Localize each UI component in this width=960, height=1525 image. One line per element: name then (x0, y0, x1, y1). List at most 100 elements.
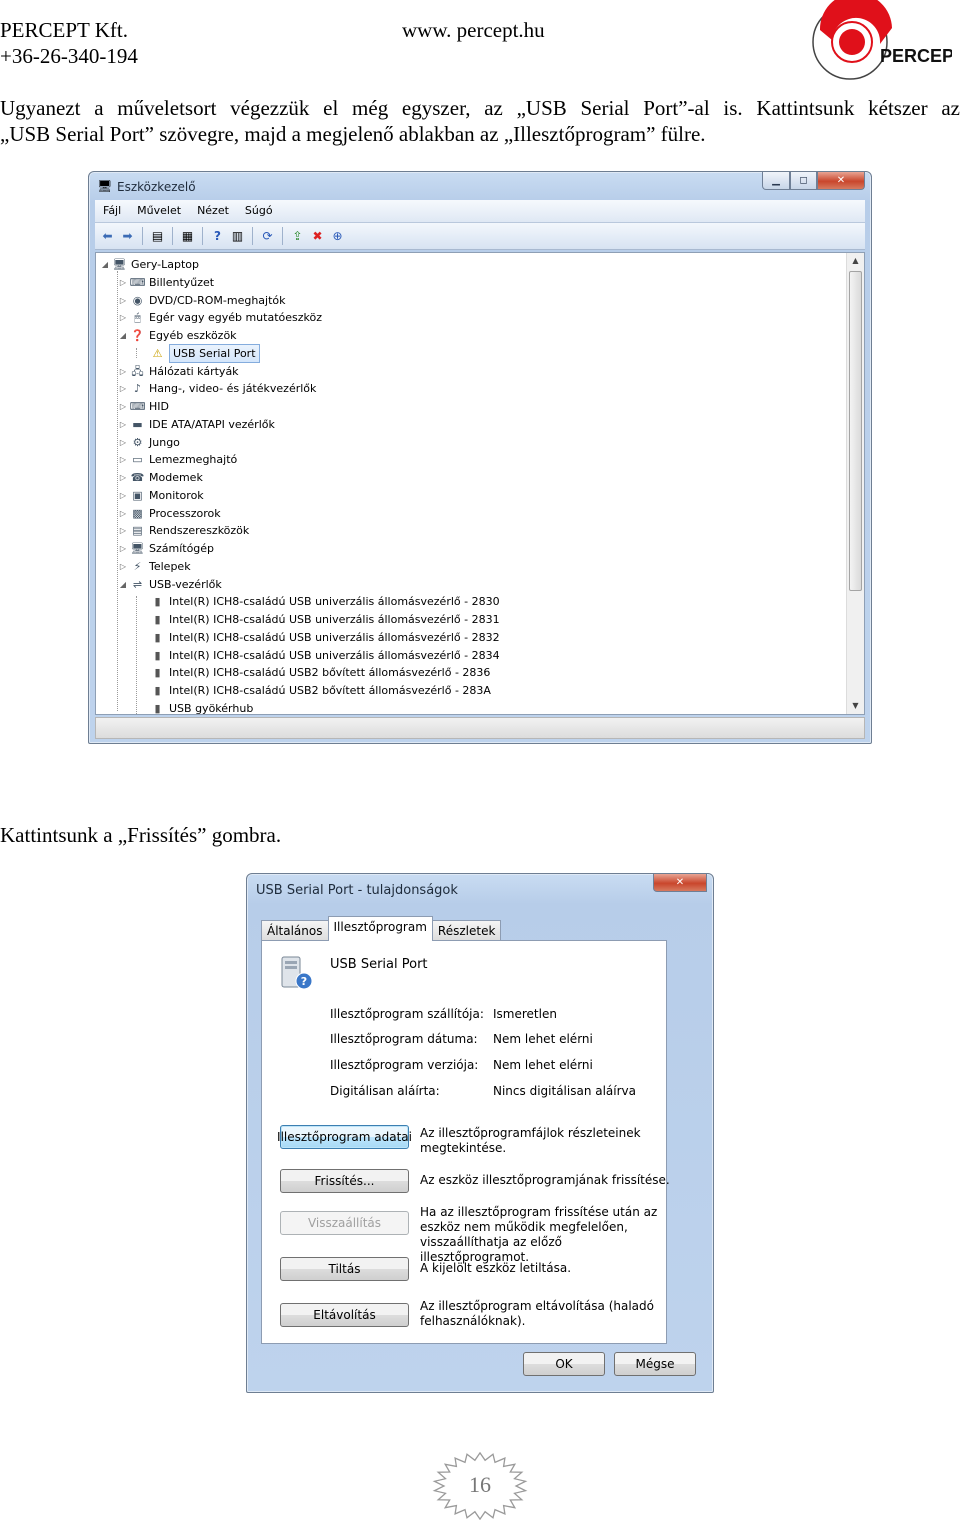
tree-node-label: USB-vezérlők (149, 577, 222, 591)
tree-category-node[interactable]: ◢ ⇌ USB-vezérlők (118, 576, 222, 593)
ok-button[interactable]: OK (523, 1352, 605, 1376)
menu-help[interactable]: Súgó (237, 200, 281, 222)
tree-category-node[interactable]: ▷ 🖧 Hálózati kártyák (118, 363, 239, 380)
expanded-arrow-icon[interactable]: ◢ (118, 576, 128, 593)
expanded-arrow-icon[interactable]: ◢ (100, 256, 110, 273)
help-icon[interactable]: ? (209, 228, 226, 244)
menu-file[interactable]: Fájl (95, 200, 129, 222)
device-tree[interactable]: ◢ 🖥 Gery-Laptop ▷ ⌨ Billentyűzet ▷ ◉ DVD/CD-ROM-… (95, 252, 865, 715)
collapsed-arrow-icon[interactable]: ▷ (118, 505, 128, 522)
tree-category-node[interactable]: ▷ ⌨ Billentyűzet (118, 274, 214, 291)
properties-dialog-title: USB Serial Port - tulajdonságok (256, 883, 458, 898)
tree-category-node[interactable]: ▷ ▬ IDE ATA/ATAPI vezérlők (118, 416, 275, 433)
collapsed-arrow-icon[interactable]: ▷ (118, 292, 128, 309)
scroll-down-arrow-icon[interactable]: ▼ (847, 698, 864, 714)
collapsed-arrow-icon[interactable]: ▷ (118, 416, 128, 433)
tree-category-node[interactable]: ▷ ◉ DVD/CD-ROM-meghajtók (118, 292, 286, 309)
tree-device-node[interactable]: ▮ Intel(R) ICH8-családú USB univerzális á… (138, 611, 499, 628)
tree-device-node[interactable]: ⚠ USB Serial Port (138, 343, 260, 363)
tab-driver[interactable]: Illesztőprogram (327, 916, 433, 941)
minimize-button[interactable]: ▁ (762, 172, 790, 190)
tree-node-label: USB gyökérhub (169, 701, 254, 715)
properties-icon[interactable]: ▦ (179, 228, 196, 244)
tree-node-label: Intel(R) ICH8-családú USB univerzális ál… (169, 630, 500, 644)
collapsed-arrow-icon[interactable]: ▷ (118, 434, 128, 451)
tree-node-label: USB Serial Port (169, 343, 260, 363)
toolbar-separator (252, 227, 253, 245)
tree-category-node[interactable]: ▷ ▣ Monitorok (118, 487, 204, 504)
monitor-icon: ▣ (132, 488, 143, 502)
tree-node-label: Számítógép (149, 542, 215, 555)
processor-icon: ▩ (132, 506, 143, 520)
tree-device-node[interactable]: ▮ Intel(R) ICH8-családú USB2 bővített áll… (138, 682, 490, 699)
collapsed-arrow-icon[interactable]: ▷ (118, 274, 128, 291)
tree-root-node[interactable]: ◢ 🖥 Gery-Laptop (100, 256, 199, 273)
collapsed-arrow-icon[interactable]: ▷ (118, 522, 128, 539)
uninstall-driver-button[interactable]: Eltávolítás (280, 1303, 409, 1327)
driver-provider-value: Ismeretlen (493, 1007, 557, 1021)
update-driver-button[interactable]: Frissítés... (280, 1169, 409, 1193)
console-tree-icon[interactable]: ▤ (149, 228, 166, 244)
update-driver-icon[interactable]: ⇪ (289, 228, 306, 244)
tree-device-node[interactable]: ▮ Intel(R) ICH8-családú USB2 bővített áll… (138, 664, 490, 681)
tree-device-node[interactable]: ▮ USB gyökérhub (138, 700, 254, 715)
driver-date-value: Nem lehet elérni (493, 1032, 593, 1046)
collapsed-arrow-icon[interactable]: ▷ (118, 469, 128, 486)
menu-action[interactable]: Művelet (129, 200, 189, 222)
tree-device-node[interactable]: ▮ Intel(R) ICH8-családú USB univerzális á… (138, 629, 500, 646)
collapsed-arrow-icon[interactable]: ▷ (118, 309, 128, 326)
tab-details[interactable]: Részletek (431, 920, 502, 941)
scroll-thumb[interactable] (849, 271, 862, 591)
collapsed-arrow-icon[interactable]: ▷ (118, 451, 128, 468)
tree-node-label: Intel(R) ICH8-családú USB2 bővített állo… (169, 666, 491, 680)
tree-node-label: HID (149, 400, 169, 413)
unknown-device-icon: ❓ (130, 329, 145, 342)
driver-details-button[interactable]: Illesztőprogram adatai (277, 1125, 412, 1149)
tree-node-label: DVD/CD-ROM-meghajtók (149, 293, 286, 307)
vertical-scrollbar[interactable]: ▲ ▼ (846, 253, 864, 714)
tree-category-node[interactable]: ▷ ⚡ Telepek (118, 558, 191, 575)
driver-version-label: Illesztőprogram verziója: (330, 1058, 479, 1072)
intro-paragraph: Ugyanezt a műveletsort végezzük el még e… (0, 95, 960, 147)
disable-device-button[interactable]: Tiltás (280, 1257, 409, 1281)
tree-category-node[interactable]: ▷ ⌨ HID (118, 398, 169, 415)
collapsed-arrow-icon[interactable]: ▷ (118, 380, 128, 397)
scan-hardware-icon[interactable]: ⟳ (259, 228, 276, 244)
tree-category-node[interactable]: ◢ ❓ Egyéb eszközök (118, 327, 237, 344)
collapsed-arrow-icon[interactable]: ▷ (118, 398, 128, 415)
tree-category-node[interactable]: ▷ ▭ Lemezmeghajtó (118, 451, 237, 468)
close-button[interactable]: ✕ (653, 874, 707, 892)
tree-node-label: Lemezmeghajtó (149, 453, 238, 467)
percept-logo: PERCEPT (802, 0, 960, 84)
tree-category-node[interactable]: ▷ ▩ Processzorok (118, 505, 221, 522)
uninstall-icon[interactable]: ✖ (309, 228, 326, 244)
tree-category-node[interactable]: ▷ 🖥 Számítógép (118, 540, 214, 557)
back-arrow-icon[interactable]: ⬅ (99, 228, 116, 244)
middle-text: Kattintsunk a „Frissítés” gombra. (0, 823, 282, 847)
forward-arrow-icon[interactable]: ➡ (119, 228, 136, 244)
collapsed-arrow-icon[interactable]: ▷ (118, 558, 128, 575)
collapsed-arrow-icon[interactable]: ▷ (118, 540, 128, 557)
hid-icon: ⌨ (129, 400, 146, 413)
tree-category-node[interactable]: ▷ ☎ Modemek (118, 469, 203, 486)
digital-signer-value: Nincs digitálisan aláírva (493, 1084, 636, 1098)
expanded-arrow-icon[interactable]: ◢ (118, 327, 128, 344)
tree-category-node[interactable]: ▷ ⚙ Jungo (118, 434, 180, 451)
action-pane-icon[interactable]: ▥ (229, 228, 246, 244)
tree-category-node[interactable]: ▷ ▤ Rendszereszközök (118, 522, 249, 539)
collapsed-arrow-icon[interactable]: ▷ (118, 363, 128, 380)
close-button[interactable]: ✕ (817, 172, 865, 190)
maximize-button[interactable]: ◻ (790, 172, 817, 190)
enable-device-icon[interactable]: ⊕ (329, 228, 346, 244)
cancel-button[interactable]: Mégse (614, 1352, 696, 1376)
rollback-driver-button[interactable]: Visszaállítás (280, 1211, 409, 1235)
tab-general[interactable]: Általános (261, 920, 329, 941)
tree-device-node[interactable]: ▮ Intel(R) ICH8-családú USB univerzális á… (138, 647, 499, 664)
tree-category-node[interactable]: ▷ ♪ Hang-, video- és játékvezérlők (118, 380, 316, 397)
scroll-up-arrow-icon[interactable]: ▲ (847, 253, 864, 269)
tree-device-node[interactable]: ▮ Intel(R) ICH8-családú USB univerzális á… (138, 593, 499, 610)
menu-view[interactable]: Nézet (189, 200, 237, 222)
tree-category-node[interactable]: ▷ 🖱 Egér vagy egyéb mutatóeszköz (118, 309, 322, 326)
collapsed-arrow-icon[interactable]: ▷ (118, 487, 128, 504)
system-device-icon: ▤ (132, 524, 143, 538)
